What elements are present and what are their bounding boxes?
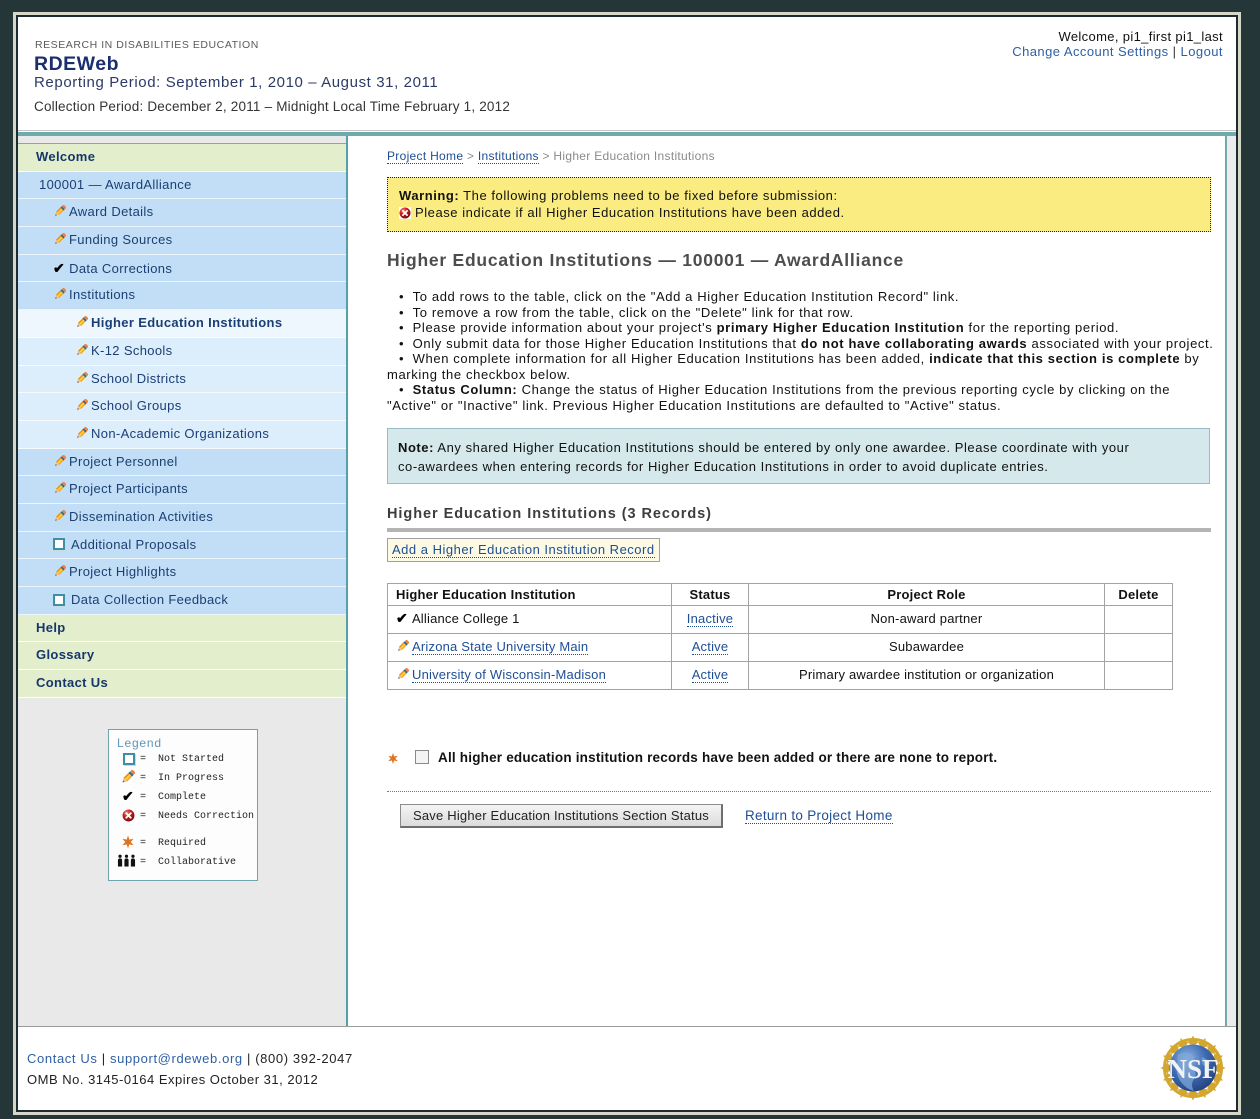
- svg-text:NSF: NSF: [1167, 1054, 1218, 1084]
